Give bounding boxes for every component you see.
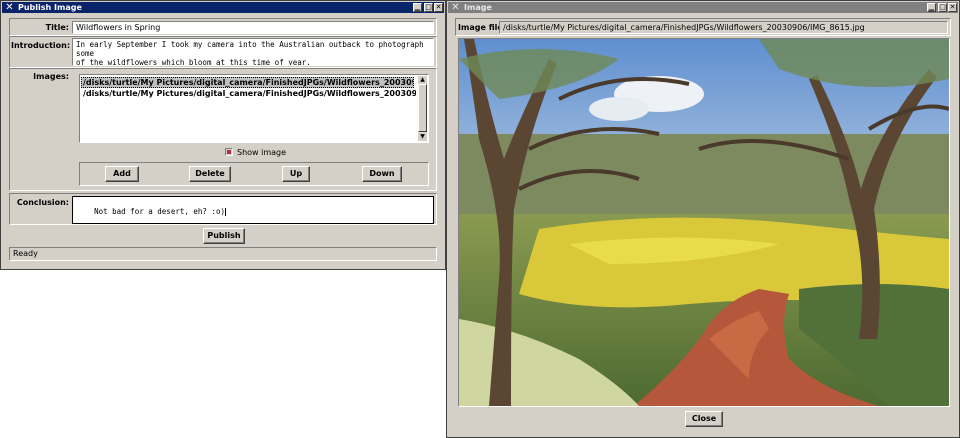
status-bar: Ready <box>9 247 437 261</box>
image-window: ✕ Image ▁ □ ✕ Image file: /disks/turtle/… <box>446 0 960 438</box>
scroll-down-icon[interactable]: ▼ <box>418 133 427 141</box>
publish-button[interactable]: Publish <box>203 228 245 244</box>
images-list-scrollbar[interactable]: ▲ ▼ <box>418 76 427 141</box>
show-image-label[interactable]: Show image <box>237 148 286 157</box>
title-label: Title: <box>45 23 69 32</box>
publish-window-title: Publish Image <box>18 3 82 12</box>
images-list[interactable]: /disks/turtle/My Pictures/digital_camera… <box>79 74 429 143</box>
delete-button[interactable]: Delete <box>189 166 231 182</box>
close-button[interactable]: Close <box>685 411 723 427</box>
scroll-thumb[interactable] <box>418 84 427 132</box>
publish-window-titlebar[interactable]: ✕ Publish Image ▁ □ ✕ <box>2 2 444 13</box>
conclusion-textarea[interactable]: Not bad for a desert, eh? :o) <box>72 196 434 224</box>
conclusion-label: Conclusion: <box>16 198 69 207</box>
text-cursor <box>225 208 227 216</box>
conclusion-text: Not bad for a desert, eh? :o) <box>94 207 226 216</box>
images-list-item[interactable]: /disks/turtle/My Pictures/digital_camera… <box>81 88 416 99</box>
minimize-icon[interactable]: ▁ <box>927 3 936 12</box>
close-icon[interactable]: ✕ <box>434 3 443 12</box>
wildflower-photo <box>459 39 949 406</box>
add-button[interactable]: Add <box>105 166 139 182</box>
introduction-label: Introduction: <box>11 41 71 50</box>
image-window-title: Image <box>464 3 492 12</box>
minimize-icon[interactable]: ▁ <box>413 3 422 12</box>
images-label: Images: <box>33 72 69 81</box>
show-image-checkbox[interactable] <box>225 148 233 156</box>
status-text: Ready <box>13 249 38 258</box>
up-button[interactable]: Up <box>282 166 310 182</box>
x-window-icon[interactable]: ✕ <box>450 2 461 13</box>
maximize-icon[interactable]: □ <box>938 3 947 12</box>
images-list-item[interactable]: /disks/turtle/My Pictures/digital_camera… <box>81 77 414 88</box>
publish-image-window: ✕ Publish Image ▁ □ ✕ Title: Wildflowers… <box>0 0 446 270</box>
image-viewport <box>458 38 950 407</box>
scroll-up-icon[interactable]: ▲ <box>418 76 427 84</box>
image-window-titlebar[interactable]: ✕ Image ▁ □ ✕ <box>448 2 958 13</box>
checkbox-checked-indicator <box>227 150 231 154</box>
x-window-icon[interactable]: ✕ <box>4 2 15 13</box>
maximize-icon[interactable]: □ <box>424 3 433 12</box>
title-input[interactable]: Wildflowers in Spring <box>72 21 434 34</box>
image-file-path: /disks/turtle/My Pictures/digital_camera… <box>499 21 948 34</box>
cloud-shape <box>589 97 649 121</box>
introduction-textarea[interactable]: In early September I took my camera into… <box>72 38 434 66</box>
down-button[interactable]: Down <box>362 166 402 182</box>
close-icon[interactable]: ✕ <box>948 3 957 12</box>
